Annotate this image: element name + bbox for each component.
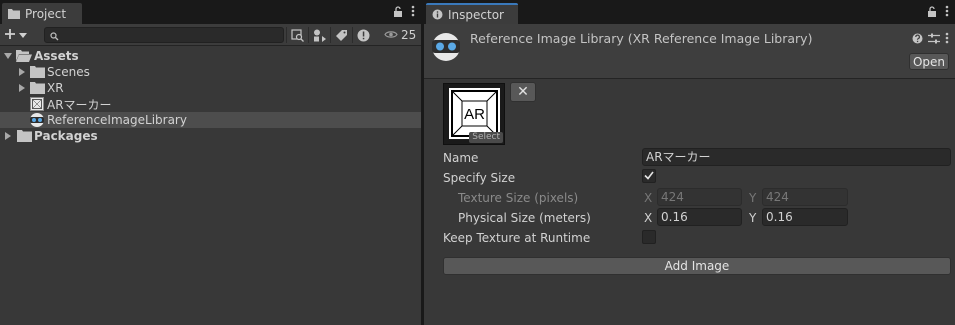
ar-marker-text: AR [464,106,485,123]
physical-x-field[interactable]: 0.16 [657,208,742,226]
info-icon [432,9,443,20]
search-input[interactable] [44,27,284,43]
add-image-button[interactable]: Add Image [443,257,951,275]
inspector-header: Reference Image Library (XR Reference Im… [424,24,955,79]
folder-icon [29,81,45,95]
project-panel: Project 25 Assets Scenes XR ARマーカー Refer… [0,0,421,325]
search-icon [50,30,59,44]
tree-label-packages: Packages [34,129,98,143]
keep-texture-checkbox[interactable] [642,230,656,244]
inspector-title: Reference Image Library (XR Reference Im… [470,31,813,46]
help-icon[interactable] [912,33,923,47]
physical-y-field[interactable]: 0.16 [762,208,848,226]
eye-hidden-icon [384,28,398,42]
project-toolbar-icons [286,27,374,43]
name-field[interactable]: ARマーカー [642,148,951,166]
lock-icon[interactable] [927,5,937,20]
tree-item-packages[interactable]: Packages [0,128,421,144]
texture-y-field: 424 [762,188,848,206]
tab-project-label: Project [25,6,67,21]
physical-size-label: Physical Size (meters) [458,211,591,225]
close-icon: ✕ [517,84,529,100]
search-by-type-icon[interactable] [286,27,308,43]
specify-size-checkbox[interactable] [642,169,656,183]
lock-icon[interactable] [393,5,403,20]
dropdown-arrow-icon [19,28,27,42]
physical-y-axis-label: Y [749,211,757,225]
project-tab-controls [393,5,415,20]
tree-item-xr[interactable]: XR [0,80,421,96]
console-error-icon[interactable] [352,27,374,43]
texture-x-axis-label: X [644,191,653,205]
more-menu-icon[interactable] [945,32,949,47]
more-menu-icon[interactable] [411,5,415,20]
project-toolbar: 25 [0,24,421,46]
keep-texture-label: Keep Texture at Runtime [443,231,591,245]
open-folder-icon [16,49,32,63]
more-menu-icon[interactable] [945,5,949,20]
texture-x-field: 424 [657,188,742,206]
project-tree: Assets Scenes XR ARマーカー ReferenceImageLi… [0,48,421,144]
folder-icon [8,8,20,19]
plus-icon [4,28,16,43]
tree-label-reference-image-library: ReferenceImageLibrary [47,113,187,127]
image-texture-icon [29,97,45,111]
hidden-packages-toggle[interactable]: 25 [384,28,416,42]
specify-size-label: Specify Size [443,171,516,185]
hidden-count-label: 25 [401,28,417,42]
expanded-arrow-icon[interactable] [4,52,12,60]
open-button[interactable]: Open [909,53,949,70]
collapsed-arrow-icon[interactable] [18,84,26,92]
create-button[interactable] [4,26,27,44]
texture-size-label: Texture Size (pixels) [458,191,579,205]
collapsed-arrow-icon[interactable] [18,68,26,76]
folder-icon [16,129,32,143]
tree-item-scenes[interactable]: Scenes [0,64,421,80]
filter-by-label-icon[interactable] [330,27,352,43]
filter-by-type-icon[interactable] [308,27,330,43]
inspector-tabbar: Inspector [424,0,955,24]
project-tabbar: Project [0,0,421,24]
tree-item-ar-marker[interactable]: ARマーカー [0,96,421,112]
name-label: Name [443,151,479,165]
inspector-tab-controls [927,5,949,20]
inspector-header-icons [912,32,949,47]
tree-label-assets: Assets [34,49,79,63]
tree-label-xr: XR [47,81,64,95]
collapsed-arrow-icon[interactable] [4,132,12,140]
tree-item-assets[interactable]: Assets [0,48,421,64]
tree-item-reference-image-library[interactable]: ReferenceImageLibrary [0,112,421,128]
xr-library-icon [430,32,462,65]
tree-label-scenes: Scenes [47,65,90,79]
remove-image-button[interactable]: ✕ [510,82,536,102]
reference-image-thumbnail[interactable]: AR Select [443,83,505,145]
tab-inspector-label: Inspector [448,7,504,22]
folder-icon [29,65,45,79]
inspector-panel: Inspector Reference Image Library (XR Re… [424,0,955,325]
texture-y-axis-label: Y [749,191,757,205]
presets-icon[interactable] [928,33,940,47]
checkmark-icon [644,169,654,183]
xr-library-icon [29,113,45,127]
thumbnail-select-button[interactable]: Select [469,132,503,143]
tab-inspector[interactable]: Inspector [426,3,518,24]
tree-label-ar-marker: ARマーカー [47,97,112,112]
physical-x-axis-label: X [644,211,653,225]
tab-project[interactable]: Project [2,3,82,24]
